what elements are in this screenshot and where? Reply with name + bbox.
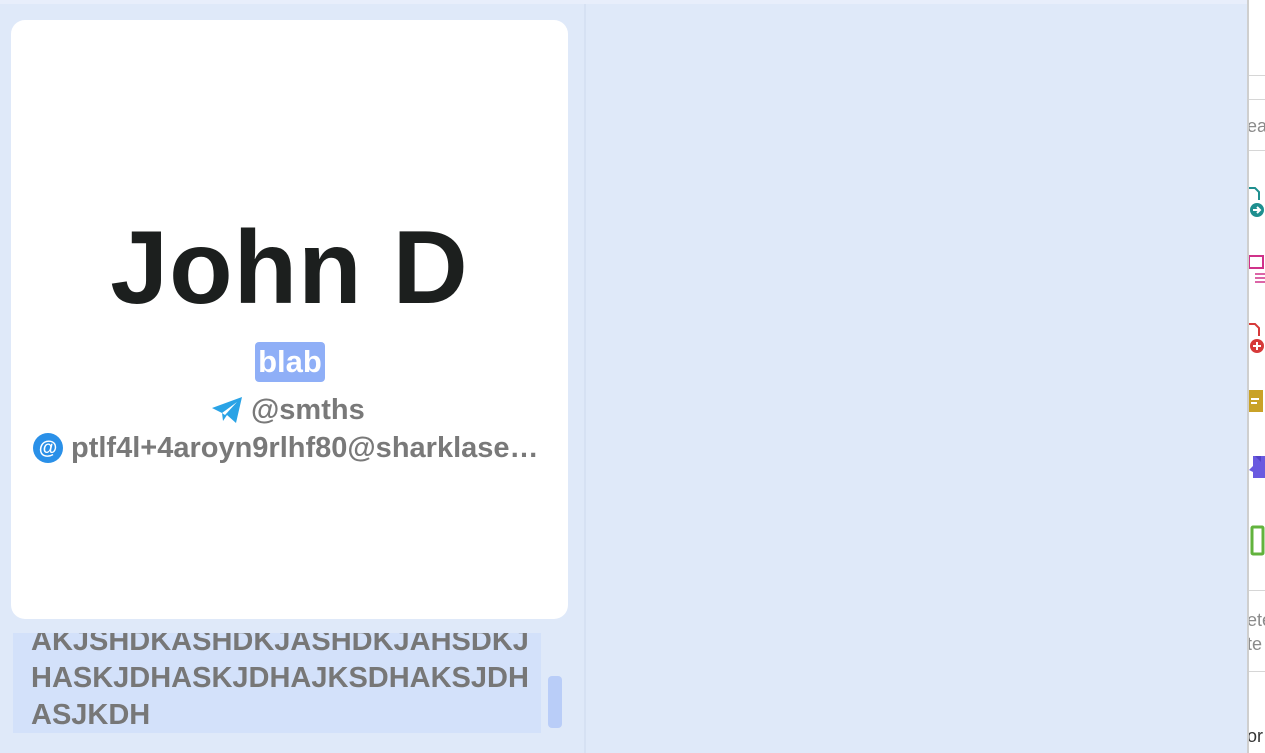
list-icon[interactable] <box>1249 254 1265 286</box>
side-panel-divider <box>1249 75 1265 76</box>
phone-icon[interactable] <box>1249 524 1265 556</box>
side-text-fragment: ete <box>1247 610 1265 630</box>
svg-text:@: @ <box>39 438 58 459</box>
side-panel: ea ete te or <box>1247 0 1265 753</box>
contact-tag-badge[interactable]: blab <box>255 342 325 382</box>
side-bottom-fragment[interactable]: or <box>1249 726 1263 747</box>
contact-name: John D <box>110 210 469 326</box>
side-panel-divider <box>1249 99 1265 100</box>
contact-card: John D blab @smths @ ptlf4l+4aroyn9rlhf8… <box>11 20 568 619</box>
side-search-text[interactable]: ea <box>1249 116 1265 137</box>
side-panel-divider <box>1249 150 1265 151</box>
telegram-handle[interactable]: @smths <box>251 394 365 427</box>
puzzle-icon[interactable] <box>1249 452 1265 484</box>
telegram-icon <box>212 397 242 423</box>
side-text-fragment: te <box>1247 634 1263 654</box>
telegram-row[interactable]: @smths <box>211 392 365 428</box>
email-at-icon: @ <box>33 433 63 463</box>
side-panel-divider <box>1249 671 1265 672</box>
side-panel-divider <box>1249 590 1265 591</box>
email-address[interactable]: ptlf4l+4aroyn9rlhf80@sharklasers.com <box>71 432 541 465</box>
doc-add-icon[interactable] <box>1249 322 1265 354</box>
main-pane <box>586 4 1247 753</box>
email-row[interactable]: @ ptlf4l+4aroyn9rlhf80@sharklasers.com <box>33 428 553 468</box>
notes-text: AKJSHDKASHDKJASHDKJAHSDKJHASKJDHASKJDHAJ… <box>31 633 529 731</box>
notes-area[interactable]: AKJSHDKASHDKJASHDKJAHSDKJHASKJDHASKJDHAJ… <box>13 633 541 733</box>
note-icon[interactable] <box>1249 386 1265 418</box>
doc-arrow-icon[interactable] <box>1249 186 1265 218</box>
notes-scrollbar[interactable] <box>548 676 562 728</box>
